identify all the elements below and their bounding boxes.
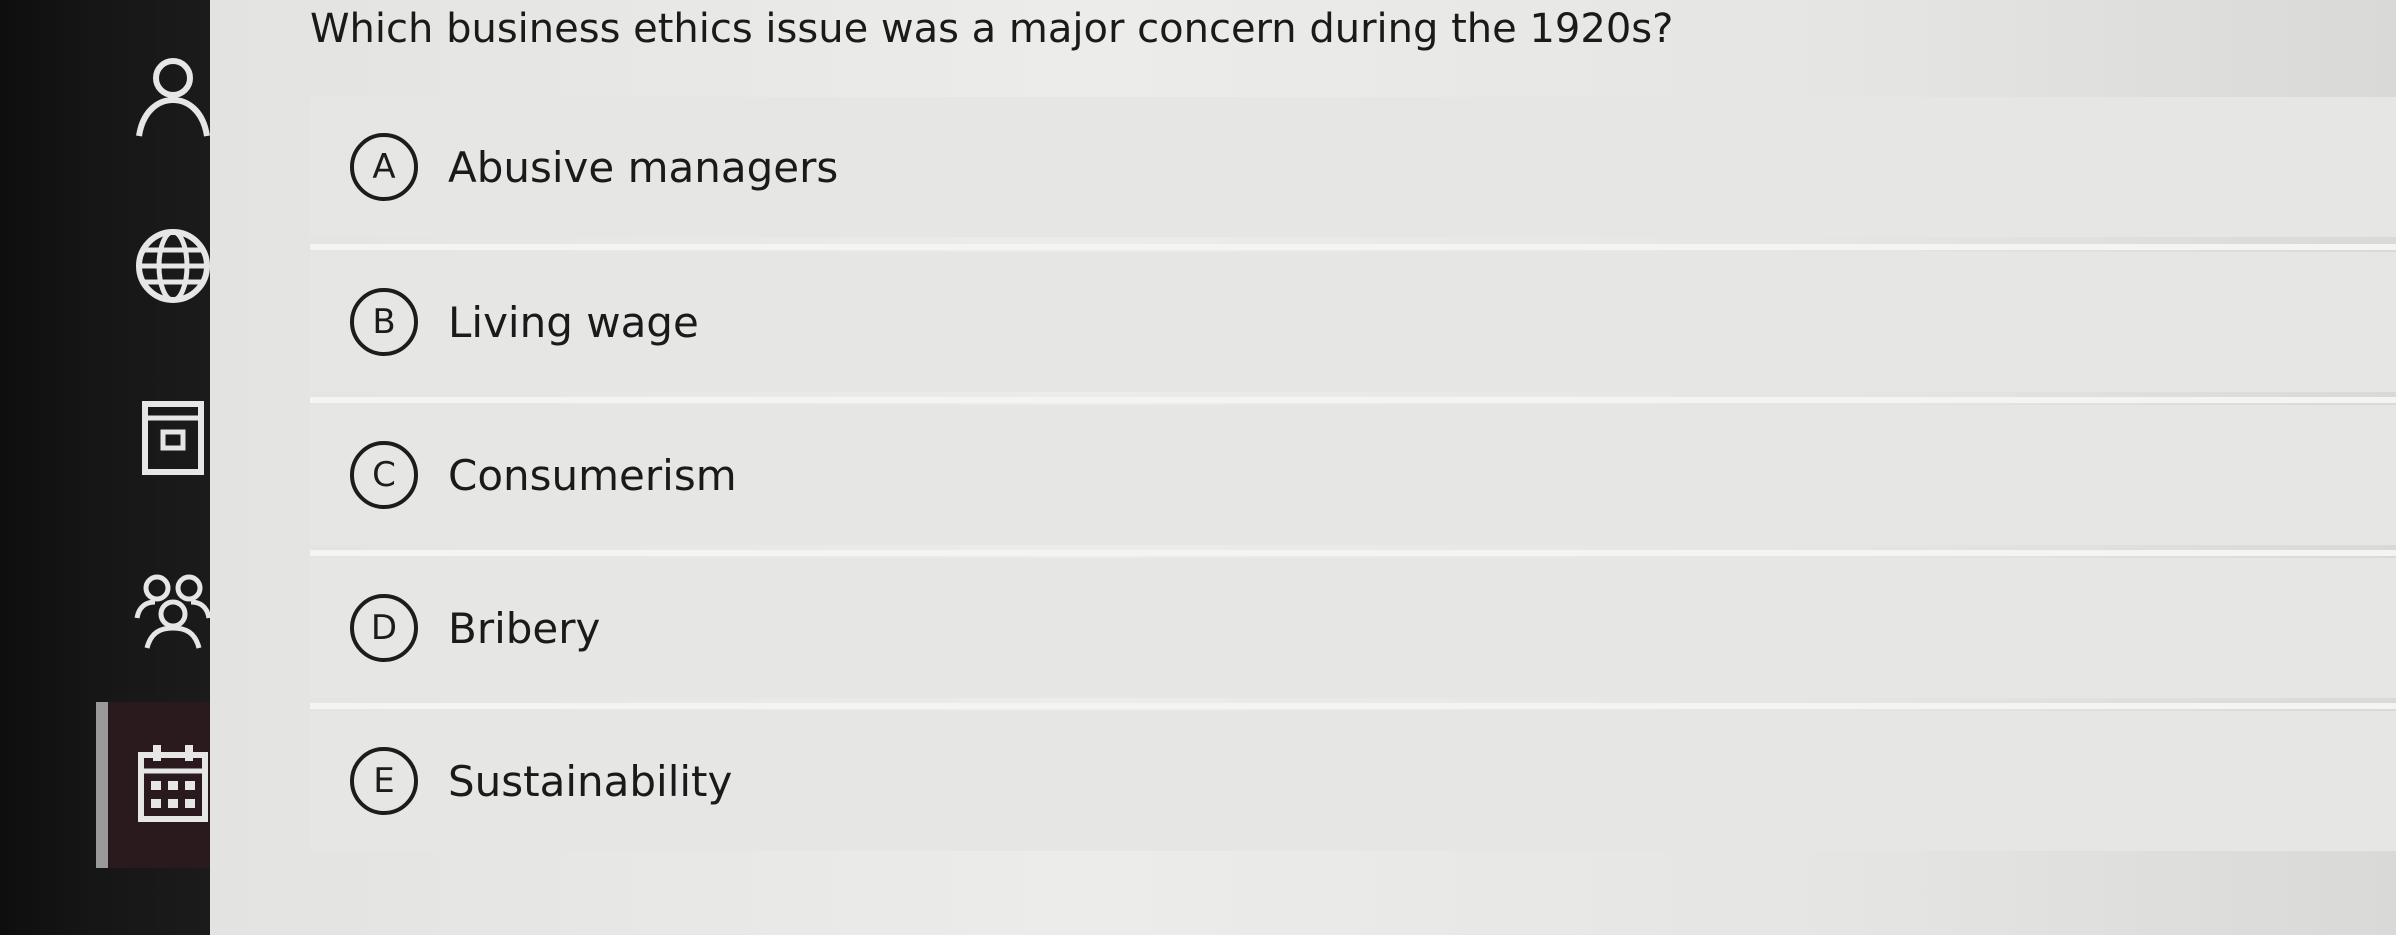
question-panel: Which business ethics issue was a major … [210, 0, 2396, 935]
choice-a-letter: A [350, 133, 418, 201]
sidebar-rail [0, 0, 212, 935]
choice-b-letter: B [350, 288, 418, 356]
choice-d-letter: D [350, 594, 418, 662]
choice-c[interactable]: C Consumerism [310, 405, 2396, 545]
screen: Which business ethics issue was a major … [0, 0, 2396, 935]
sidebar-active-indicator [96, 702, 108, 868]
choice-a[interactable]: A Abusive managers [310, 97, 2396, 237]
choice-d[interactable]: D Bribery [310, 558, 2396, 698]
choice-b[interactable]: B Living wage [310, 252, 2396, 392]
user-icon[interactable] [125, 48, 221, 144]
content-icon[interactable] [125, 390, 221, 486]
choice-d-label: Bribery [448, 603, 601, 653]
globe-icon[interactable] [125, 218, 221, 314]
choice-b-label: Living wage [448, 297, 699, 347]
choice-divider [310, 703, 2396, 709]
choice-e-letter: E [350, 747, 418, 815]
question-text: Which business ethics issue was a major … [310, 6, 1674, 52]
choice-c-letter: C [350, 441, 418, 509]
choice-divider [310, 397, 2396, 403]
choice-a-label: Abusive managers [448, 142, 839, 192]
groups-icon[interactable] [125, 562, 221, 658]
choice-divider [310, 550, 2396, 556]
choice-divider [310, 244, 2396, 250]
choice-c-label: Consumerism [448, 450, 737, 500]
choice-e[interactable]: E Sustainability [310, 711, 2396, 851]
choice-e-label: Sustainability [448, 756, 733, 806]
calendar-icon[interactable] [125, 737, 221, 833]
